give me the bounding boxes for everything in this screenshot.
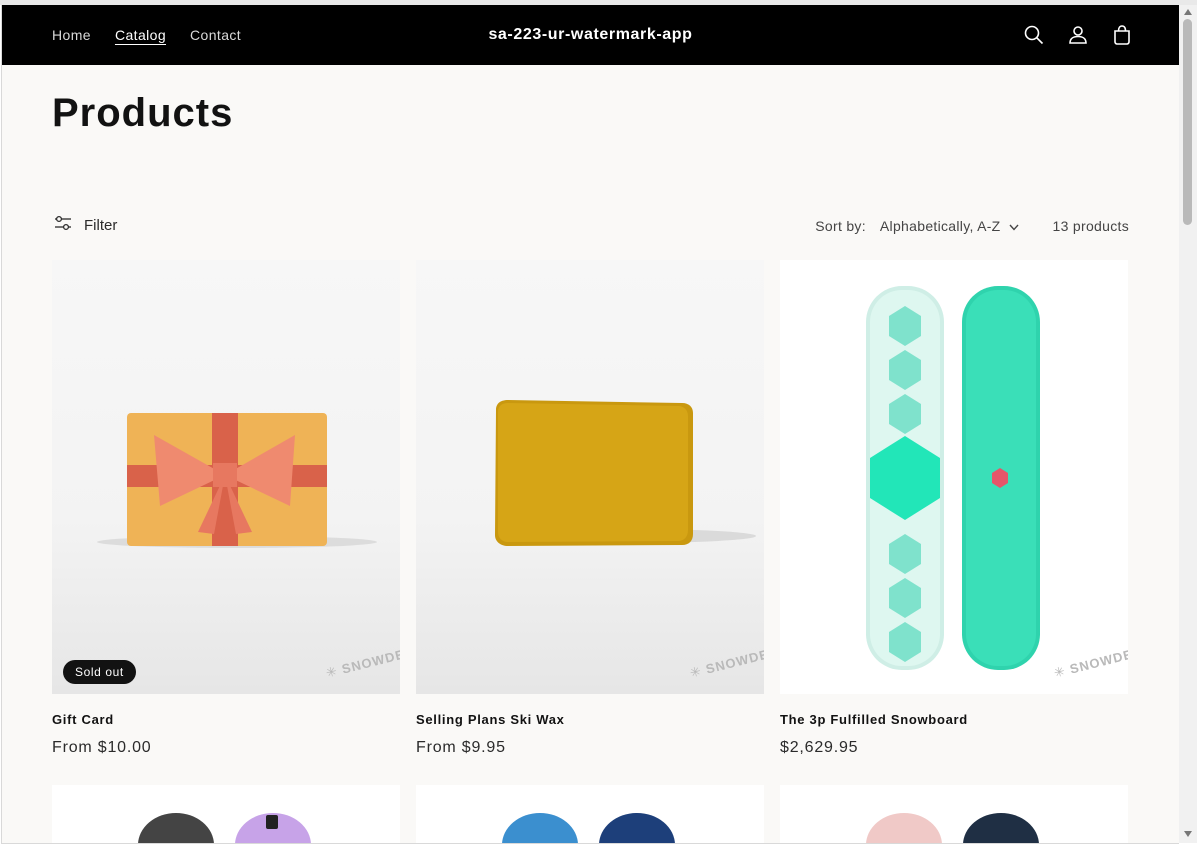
sold-out-badge: Sold out xyxy=(63,660,136,684)
gift-card-image xyxy=(97,413,377,548)
nav-home-link[interactable]: Home xyxy=(52,27,91,43)
product-card[interactable]: ✳ SNOWDE Selling Plans Ski Wax From $9.9… xyxy=(416,260,764,757)
snowboard-image xyxy=(866,286,1040,670)
ski-wax-image xyxy=(495,400,756,546)
product-image-ski-wax[interactable]: ✳ SNOWDE xyxy=(416,260,764,694)
product-image[interactable] xyxy=(416,785,764,843)
product-card[interactable] xyxy=(52,785,400,843)
filter-button[interactable]: Filter xyxy=(54,215,117,235)
site-header: Home Catalog Contact sa-223-ur-watermark… xyxy=(2,5,1179,65)
sort-value: Alphabetically, A-Z xyxy=(879,218,1001,234)
search-icon[interactable] xyxy=(1023,24,1045,46)
scroll-down-arrow-icon[interactable] xyxy=(1184,831,1192,837)
product-price: From $10.00 xyxy=(52,739,152,756)
product-image-gift-card[interactable]: ✳ SNOWDE Sold out xyxy=(52,260,400,694)
scroll-thumb[interactable] xyxy=(1183,19,1192,225)
product-price: $2,629.95 xyxy=(780,739,859,756)
page-title: Products xyxy=(52,91,234,135)
sort-bar: Sort by: Alphabetically, A-Z 13 products xyxy=(815,215,1129,237)
storefront-page: Home Catalog Contact sa-223-ur-watermark… xyxy=(1,5,1179,844)
product-card[interactable] xyxy=(780,785,1128,843)
chevron-down-icon xyxy=(1009,218,1019,234)
product-name[interactable]: The 3p Fulfilled Snowboard xyxy=(780,712,1128,727)
product-count: 13 products xyxy=(1052,218,1129,234)
product-name[interactable]: Gift Card xyxy=(52,712,400,727)
header-icons xyxy=(1023,5,1133,65)
sort-label: Sort by: xyxy=(815,218,866,234)
main-nav: Home Catalog Contact xyxy=(52,5,241,65)
nav-catalog-link[interactable]: Catalog xyxy=(115,27,166,43)
product-image[interactable] xyxy=(52,785,400,843)
scroll-up-arrow-icon[interactable] xyxy=(1184,9,1192,15)
product-card[interactable]: ✳ SNOWDE The 3p Fulfilled Snowboard $2,6… xyxy=(780,260,1128,757)
cart-icon[interactable] xyxy=(1111,24,1133,46)
nav-contact-link[interactable]: Contact xyxy=(190,27,241,43)
product-image-snowboard[interactable]: ✳ SNOWDE xyxy=(780,260,1128,694)
product-card[interactable] xyxy=(416,785,764,843)
snowboard-pair-image xyxy=(502,813,675,843)
filter-label: Filter xyxy=(84,216,118,234)
snowboard-pair-image xyxy=(138,813,311,843)
product-name[interactable]: Selling Plans Ski Wax xyxy=(416,712,764,727)
product-image[interactable] xyxy=(780,785,1128,843)
product-card[interactable]: ✳ SNOWDE Sold out Gift Card From $10.00 xyxy=(52,260,400,757)
snowboard-pair-image xyxy=(866,813,1039,843)
account-icon[interactable] xyxy=(1067,24,1089,46)
product-price: From $9.95 xyxy=(416,739,506,756)
filter-sliders-icon xyxy=(54,215,72,235)
sort-select[interactable]: Alphabetically, A-Z xyxy=(880,218,1019,234)
page-scrollbar[interactable] xyxy=(1179,5,1197,843)
